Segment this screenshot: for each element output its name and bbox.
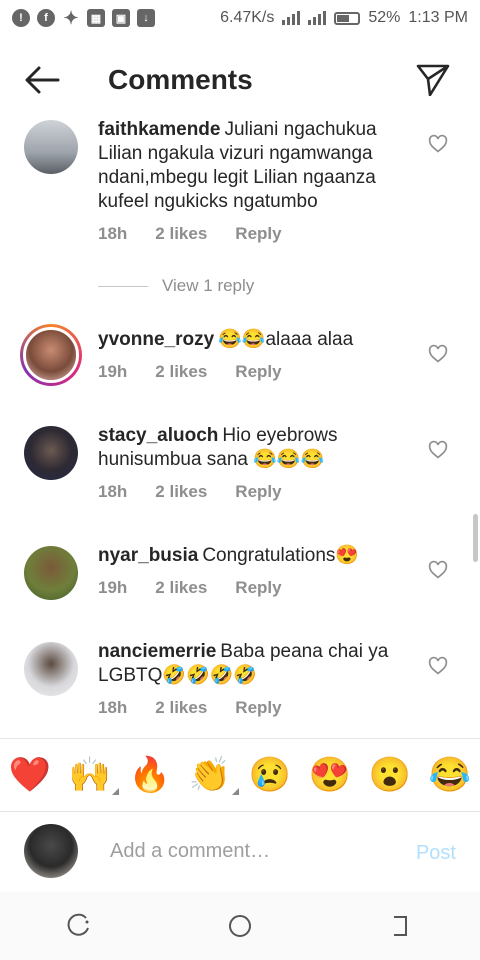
avatar-story-ring[interactable] xyxy=(20,324,82,386)
divider xyxy=(98,285,148,287)
status-icons: ! f ✦ ▦ ▣ ↓ xyxy=(12,7,155,28)
emoji-crying[interactable]: 😢 xyxy=(249,755,291,795)
comment-input[interactable] xyxy=(108,839,392,864)
recent-apps-icon[interactable] xyxy=(66,912,94,940)
avatar[interactable] xyxy=(24,642,78,696)
network-speed: 6.47K/s xyxy=(220,9,275,26)
emoji-glyph: 👏 xyxy=(188,756,232,794)
comment-meta: 19h 2 likes Reply xyxy=(98,362,310,382)
likes-count[interactable]: 2 likes xyxy=(155,482,207,502)
download-icon: ↓ xyxy=(137,9,155,27)
emoji-glyph: 🙌 xyxy=(68,756,112,794)
comment-meta: 18h 2 likes Reply xyxy=(98,698,310,718)
image-icon: ▣ xyxy=(112,9,130,27)
comment-meta: 18h 2 likes Reply xyxy=(98,482,310,502)
likes-count[interactable]: 2 likes xyxy=(155,362,207,382)
reply-button[interactable]: Reply xyxy=(235,578,281,598)
comment-text: nyar_busia Congratulations😍 xyxy=(98,544,418,568)
comment-username[interactable]: yvonne_rozy xyxy=(98,329,214,350)
reply-button[interactable]: Reply xyxy=(235,482,281,502)
battery-percent: 52% xyxy=(368,9,401,26)
facebook-icon: f xyxy=(37,9,55,27)
emoji-raised-hands[interactable]: 🙌 xyxy=(68,755,120,795)
signal-icon xyxy=(282,11,301,25)
skin-tone-indicator xyxy=(232,788,240,795)
comment-text: yvonne_rozy 😂😂alaaa alaa xyxy=(98,328,418,352)
heart-icon[interactable] xyxy=(428,344,448,364)
comment-username[interactable]: stacy_aluoch xyxy=(98,425,218,446)
header: Comments xyxy=(0,52,480,108)
reply-button[interactable]: Reply xyxy=(235,698,281,718)
comment-text: stacy_aluoch Hio eyebrows hunisumbua sana… xyxy=(98,424,418,472)
heart-icon[interactable] xyxy=(428,440,448,460)
likes-count[interactable]: 2 likes xyxy=(155,578,207,598)
emoji-laughing[interactable]: 😂 xyxy=(429,755,471,795)
back-nav-icon[interactable] xyxy=(386,912,414,940)
arrow-left-icon[interactable] xyxy=(24,66,60,94)
heart-icon[interactable] xyxy=(428,134,448,154)
emoji-clap[interactable]: 👏 xyxy=(188,755,240,795)
comment-text: faithkamende Juliani ngachukua Lilian nga… xyxy=(98,118,418,214)
avatar[interactable] xyxy=(24,426,78,480)
warning-icon: ! xyxy=(12,9,30,27)
comment-meta: 19h 2 likes Reply xyxy=(98,578,310,598)
heart-icon[interactable] xyxy=(428,656,448,676)
add-comment-row: Post xyxy=(0,812,480,892)
emoji-surprised[interactable]: 😮 xyxy=(369,755,411,795)
page-title: Comments xyxy=(108,64,253,95)
comment-time: 19h xyxy=(98,578,128,597)
comment-time: 18h xyxy=(98,482,128,501)
status-bar: ! f ✦ ▦ ▣ ↓ 6.47K/s 52% 1:13 PM xyxy=(0,0,480,36)
home-icon[interactable] xyxy=(226,912,254,940)
comment-text: nanciemerrie Baba peana chai ya LGBTQ🤣🤣🤣🤣 xyxy=(98,640,418,688)
comment-username[interactable]: faithkamende xyxy=(98,119,220,140)
post-button[interactable]: Post xyxy=(416,842,456,865)
user-avatar xyxy=(24,824,78,878)
view-replies-button[interactable]: View 1 reply xyxy=(98,276,254,296)
comment-username[interactable]: nyar_busia xyxy=(98,545,198,566)
comment-body: Congratulations😍 xyxy=(202,545,360,566)
scrollbar[interactable] xyxy=(473,514,478,562)
comment-meta: 18h 2 likes Reply xyxy=(98,224,310,244)
likes-count[interactable]: 2 likes xyxy=(155,224,207,244)
emoji-quick-bar: ❤️ 🙌 🔥 👏 😢 😍 😮 😂 xyxy=(0,738,480,812)
system-nav-bar xyxy=(0,892,480,960)
comment-username[interactable]: nanciemerrie xyxy=(98,641,216,662)
battery-icon xyxy=(334,11,361,25)
signal-icon-2 xyxy=(308,11,327,25)
paper-plane-icon[interactable] xyxy=(416,62,450,96)
emoji-fire[interactable]: 🔥 xyxy=(129,755,171,795)
view-replies-label: View 1 reply xyxy=(162,276,255,295)
reply-button[interactable]: Reply xyxy=(235,224,281,244)
comment-time: 18h xyxy=(98,224,128,243)
comment-time: 19h xyxy=(98,362,128,381)
emoji-heart-eyes[interactable]: 😍 xyxy=(309,755,351,795)
comment-body: 😂😂alaaa alaa xyxy=(218,329,354,350)
skin-tone-indicator xyxy=(112,788,120,795)
twitter-icon: ✦ xyxy=(63,7,79,28)
clock: 1:13 PM xyxy=(408,9,468,26)
comment-time: 18h xyxy=(98,698,128,717)
avatar[interactable] xyxy=(24,546,78,600)
likes-count[interactable]: 2 likes xyxy=(155,698,207,718)
avatar[interactable] xyxy=(24,120,78,174)
gallery-icon: ▦ xyxy=(87,9,105,27)
heart-icon[interactable] xyxy=(428,560,448,580)
emoji-heart[interactable]: ❤️ xyxy=(9,755,51,795)
reply-button[interactable]: Reply xyxy=(235,362,281,382)
